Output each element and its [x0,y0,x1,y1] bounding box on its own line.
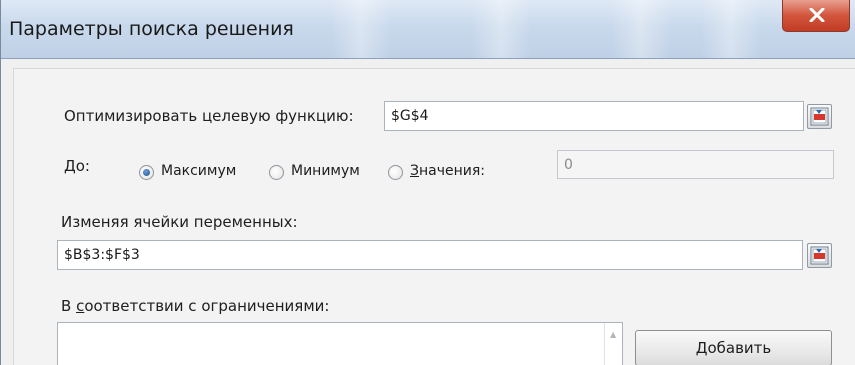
add-constraint-button[interactable]: Добавить [635,330,832,365]
to-label: До: [64,157,90,175]
window-title: Параметры поиска решения [9,18,294,40]
objective-range-button[interactable] [807,104,832,129]
radio-maximum[interactable] [139,165,154,180]
objective-label: Оптимизировать целевую функцию: [64,107,354,125]
variables-label: Изменяя ячейки переменных: [61,213,298,231]
close-button[interactable] [782,0,850,32]
radio-value-of-label[interactable]: Значения: [410,163,485,179]
scroll-up-arrow-icon[interactable]: ▲ [610,330,616,339]
objective-input[interactable]: $G$4 [384,101,804,131]
range-select-icon [810,246,829,265]
radio-value-of[interactable] [388,165,403,180]
constraints-list[interactable]: ▲ [57,322,623,365]
title-bar-glare [331,0,391,58]
variables-range-button[interactable] [807,243,832,268]
title-bar-glare [471,0,531,58]
radio-minimum[interactable] [269,165,284,180]
title-bar-glare [701,0,761,58]
variables-input[interactable]: $B$3:$F$3 [57,240,803,270]
value-of-input[interactable]: 0 [557,150,834,179]
range-select-icon [810,107,829,126]
close-icon [809,8,825,22]
title-bar[interactable]: Параметры поиска решения [1,0,855,59]
radio-maximum-label[interactable]: Максимум [161,163,236,179]
radio-minimum-label[interactable]: Минимум [291,163,360,179]
solver-parameters-dialog: Параметры поиска решения Оптимизировать … [0,0,855,365]
title-bar-glare [611,0,671,58]
constraints-scrollbar[interactable]: ▲ [604,323,622,365]
constraints-label: В соответствии с ограничениями: [61,297,330,315]
